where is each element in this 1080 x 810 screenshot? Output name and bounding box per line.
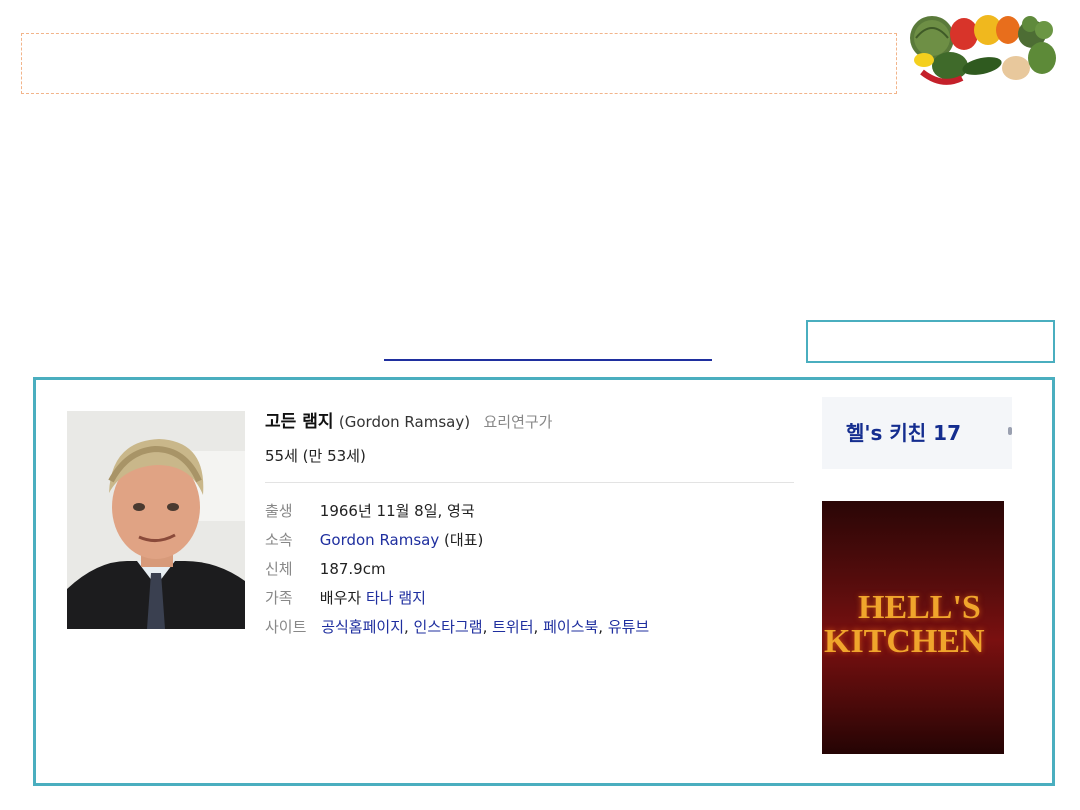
affiliation-suffix: (대표) <box>444 531 484 549</box>
site-link-facebook[interactable]: 페이스북 <box>543 618 598 636</box>
person-job: 요리연구가 <box>483 413 553 431</box>
birth-label: 출생 <box>265 502 293 520</box>
separator: , <box>598 618 608 636</box>
related-show-label[interactable]: 헬's 키친 17 <box>846 417 961 446</box>
show-poster[interactable]: HELL'S KITCHEN <box>822 501 1004 754</box>
site-link-instagram[interactable]: 인스타그램 <box>414 618 483 636</box>
detail-row-birth: 출생 1966년 11월 8일, 영국 <box>265 497 795 526</box>
poster-line-2: KITCHEN <box>824 623 985 660</box>
person-name-english: (Gordon Ramsay) <box>338 413 471 431</box>
related-show-tab[interactable]: 헬's 키친 17 <box>822 397 1012 469</box>
body-value: 187.9cm <box>319 560 386 578</box>
family-link[interactable]: 타나 램지 <box>366 589 426 607</box>
link-underline <box>384 359 712 361</box>
divider <box>265 482 794 483</box>
more-indicator-icon <box>1008 427 1012 435</box>
detail-row-body: 신체 187.9cm <box>265 555 795 584</box>
detail-row-affiliation: 소속 Gordon Ramsay (대표) <box>265 526 795 555</box>
title-placeholder-box <box>21 33 897 94</box>
profile-photo[interactable] <box>67 411 245 629</box>
affiliation-link[interactable]: Gordon Ramsay <box>320 531 439 549</box>
birth-value: 1966년 11월 8일, 영국 <box>319 502 475 520</box>
site-link-youtube[interactable]: 유튜브 <box>608 618 649 636</box>
poster-title: HELL'S KITCHEN <box>822 591 1004 659</box>
name-line: 고든 램지 (Gordon Ramsay) 요리연구가 <box>265 407 795 437</box>
site-label: 사이트 <box>265 618 307 636</box>
separator: , <box>482 618 493 636</box>
person-name[interactable]: 고든 램지 <box>265 412 333 432</box>
separator: , <box>404 618 414 636</box>
family-label: 가족 <box>265 589 293 607</box>
separator: , <box>533 618 544 636</box>
person-photo-icon <box>67 411 245 629</box>
vegetables-logo-icon <box>910 15 1056 85</box>
search-input[interactable] <box>806 320 1055 363</box>
person-age: 55세 (만 53세) <box>265 447 366 465</box>
site-link-twitter[interactable]: 트위터 <box>492 618 533 636</box>
affiliation-label: 소속 <box>265 531 293 549</box>
detail-list: 출생 1966년 11월 8일, 영국 소속 Gordon Ramsay (대표… <box>265 497 795 642</box>
profile-card: 고든 램지 (Gordon Ramsay) 요리연구가 55세 (만 53세) … <box>33 377 1055 786</box>
body-label: 신체 <box>265 560 293 578</box>
detail-row-family: 가족 배우자 타나 램지 <box>265 584 795 613</box>
poster-line-1: HELL'S <box>858 589 981 626</box>
site-link-homepage[interactable]: 공식홈페이지 <box>321 618 404 636</box>
profile-info: 고든 램지 (Gordon Ramsay) 요리연구가 55세 (만 53세) … <box>265 407 795 642</box>
detail-row-site: 사이트 공식홈페이지, 인스타그램, 트위터, 페이스북, 유튜브 <box>265 613 795 642</box>
family-prefix: 배우자 <box>319 589 362 607</box>
